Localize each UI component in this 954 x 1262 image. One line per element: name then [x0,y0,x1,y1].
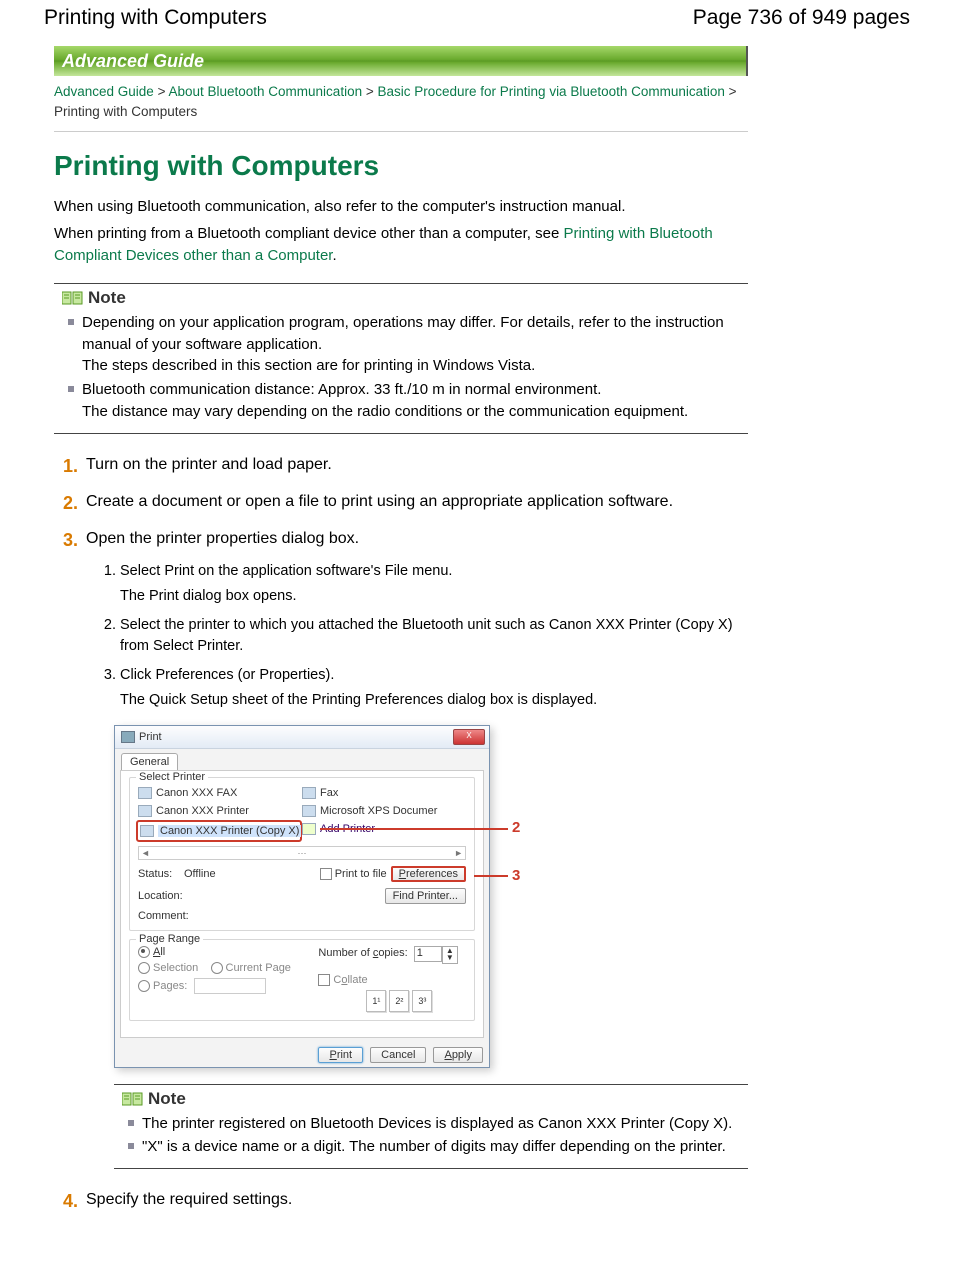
cancel-button[interactable]: Cancel [370,1047,426,1063]
substep-1: Select Print on the application software… [120,561,748,607]
close-button[interactable]: X [453,729,485,745]
printer-item[interactable]: Microsoft XPS Documer [302,802,466,820]
note2-item1: The printer registered on Bluetooth Devi… [142,1113,748,1135]
print-to-file-check[interactable]: Print to file [320,868,387,880]
step-1-num: 1. [54,456,78,477]
scrollbar[interactable]: ◄···► [138,846,466,860]
printer-item[interactable]: Canon XXX FAX [138,784,302,802]
step-2-num: 2. [54,493,78,514]
preferences-button[interactable]: Preferences [391,866,466,882]
location-label: Location: [138,890,184,902]
guide-banner: Advanced Guide [54,46,748,76]
note2-item2: "X" is a device name or a digit. The num… [142,1136,748,1158]
printer-item-selected[interactable]: Canon XXX Printer (Copy X) [136,820,302,842]
note-icon [62,290,84,306]
header-right: Page 736 of 949 pages [693,6,910,30]
collate-preview: 1¹2²3³ [366,990,466,1012]
step-1-text: Turn on the printer and load paper. [86,456,748,477]
callout-2: 2 [512,819,520,836]
callout-3: 3 [512,867,520,884]
breadcrumb: Advanced Guide > About Bluetooth Communi… [54,82,748,132]
apply-button[interactable]: Apply [433,1047,483,1063]
note-label: Note [88,288,126,308]
collate-check[interactable]: Collate [318,974,466,986]
radio-all[interactable]: All [138,946,318,958]
status-value: Offline [184,868,244,880]
printer-icon [121,731,135,743]
intro-1: When using Bluetooth communication, also… [54,196,748,218]
substep-3: Click Preferences (or Properties). The Q… [120,665,748,711]
intro-2: When printing from a Bluetooth compliant… [54,223,748,267]
breadcrumb-current: Printing with Computers [54,104,197,119]
radio-pages[interactable]: Pages: [138,978,318,994]
group-page-range: Page Range [136,933,203,945]
print-dialog: Print X General Select Printer Canon XXX… [114,725,490,1068]
note-block-2: Note The printer registered on Bluetooth… [114,1084,748,1170]
tab-general[interactable]: General [121,753,178,770]
copies-row: Number of copies: 1▲▼ [318,946,466,964]
breadcrumb-link-3[interactable]: Basic Procedure for Printing via Bluetoo… [377,84,724,99]
step-3-text: Open the printer properties dialog box. [86,530,748,551]
note-icon [122,1091,144,1107]
group-select-printer: Select Printer [136,771,208,783]
breadcrumb-link-2[interactable]: About Bluetooth Communication [168,84,362,99]
printer-item[interactable]: Canon XXX Printer [138,802,302,820]
step-4-num: 4. [54,1191,78,1212]
step-3-num: 3. [54,530,78,551]
printer-item[interactable]: Fax [302,784,466,802]
step-2-text: Create a document or open a file to prin… [86,493,748,514]
note-block-1: Note Depending on your application progr… [54,283,748,434]
note-label: Note [148,1089,186,1109]
comment-label: Comment: [138,910,184,922]
copies-input[interactable]: 1 [414,946,442,962]
dialog-title: Print [121,726,162,748]
radio-current-page[interactable]: Current Page [211,962,291,974]
note1-item2: Bluetooth communication distance: Approx… [82,379,748,423]
find-printer-button[interactable]: Find Printer... [385,888,466,904]
status-label: Status: [138,868,184,880]
print-button[interactable]: Print [318,1047,363,1063]
substep-2: Select the printer to which you attached… [120,615,748,657]
page-title: Printing with Computers [54,150,748,182]
copies-spinner[interactable]: ▲▼ [442,946,458,964]
breadcrumb-link-1[interactable]: Advanced Guide [54,84,154,99]
step-4-text: Specify the required settings. [86,1191,748,1212]
note1-item1: Depending on your application program, o… [82,312,748,377]
radio-selection[interactable]: Selection [138,962,198,974]
header-left: Printing with Computers [44,6,267,30]
